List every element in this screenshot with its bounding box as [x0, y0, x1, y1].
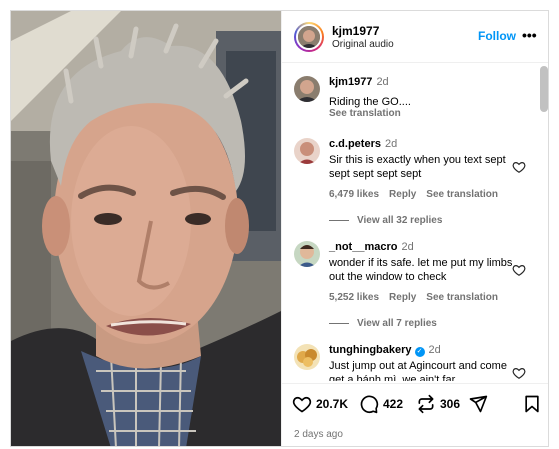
comment-likes[interactable]: 6,479 likes	[329, 189, 379, 200]
comments-list[interactable]: kjm1977 2d Riding the GO.... See translat…	[282, 64, 548, 381]
post-date[interactable]: 2 days ago	[294, 429, 343, 440]
video-player[interactable]	[11, 11, 281, 446]
author-avatar-image	[298, 26, 320, 48]
comment-reply[interactable]: Reply	[389, 292, 416, 303]
comment-avatar-image	[294, 241, 320, 267]
caption-username-text[interactable]: kjm1977	[329, 76, 372, 88]
comment-like-heart-icon[interactable]	[512, 160, 526, 174]
video-frame-image	[11, 11, 281, 446]
post-modal: kjm1977 Original audio Follow ••• kjm197…	[10, 10, 549, 447]
comment-meta: 6,479 likes Reply See translation	[329, 189, 508, 200]
comment-username[interactable]: _not__macro	[329, 241, 397, 253]
caption-time: 2d	[376, 76, 389, 88]
comment-time: 2d	[428, 344, 441, 356]
view-replies-label[interactable]: View all 32 replies	[357, 215, 442, 226]
repost-count[interactable]: 306	[440, 397, 460, 411]
comments-scrollbar[interactable]	[540, 66, 548, 112]
author-avatar[interactable]	[294, 22, 324, 52]
comment-avatar-image	[294, 138, 320, 164]
comment-see-translation[interactable]: See translation	[426, 292, 498, 303]
post-actions-bar: 20.7K 422 306 2 days ago	[282, 383, 548, 446]
comment-username-row: c.d.peters 2d	[329, 138, 397, 150]
replies-divider	[329, 219, 349, 221]
repost-action[interactable]: 306	[416, 394, 460, 414]
comment-text: Sir this is exactly when you text sept s…	[329, 154, 506, 180]
comment-icon[interactable]	[359, 394, 379, 414]
comment-time: 2d	[384, 138, 398, 150]
view-replies[interactable]: View all 7 replies	[329, 318, 437, 329]
comment-avatar[interactable]	[294, 241, 320, 267]
comment-avatar[interactable]	[294, 344, 320, 370]
caption-see-translation[interactable]: See translation	[329, 108, 401, 119]
comment-text: wonder if its safe. let me put my limbs …	[329, 257, 513, 283]
comment-like-heart-icon[interactable]	[512, 366, 526, 380]
repost-icon[interactable]	[416, 394, 436, 414]
share-icon[interactable]	[468, 394, 488, 414]
like-count[interactable]: 20.7K	[316, 397, 348, 411]
comment-count[interactable]: 422	[383, 397, 403, 411]
comment-text: Just jump out at Agincourt and come get …	[329, 360, 507, 381]
post-header: kjm1977 Original audio Follow •••	[282, 11, 548, 63]
comment-likes[interactable]: 5,252 likes	[329, 292, 379, 303]
comment-like-heart-icon[interactable]	[512, 263, 526, 277]
comment-username-row: _not__macro 2d	[329, 241, 414, 253]
follow-button[interactable]: Follow	[478, 29, 516, 43]
comment-avatar-image	[294, 344, 320, 370]
comment-time: 2d	[401, 241, 414, 253]
post-sidebar: kjm1977 Original audio Follow ••• kjm197…	[281, 11, 548, 446]
replies-divider	[329, 322, 349, 324]
comment-action[interactable]: 422	[359, 394, 403, 414]
audio-label[interactable]: Original audio	[332, 39, 394, 50]
caption-text: Riding the GO....	[329, 96, 411, 108]
comment-avatar[interactable]	[294, 138, 320, 164]
comment-see-translation[interactable]: See translation	[426, 189, 498, 200]
caption-username[interactable]: kjm1977 2d	[329, 76, 389, 88]
caption-avatar[interactable]	[294, 76, 320, 102]
view-replies[interactable]: View all 32 replies	[329, 215, 442, 226]
comment-meta: 5,252 likes Reply See translation	[329, 292, 508, 303]
bookmark-icon[interactable]	[522, 394, 542, 414]
view-replies-label[interactable]: View all 7 replies	[357, 318, 437, 329]
comment-reply[interactable]: Reply	[389, 189, 416, 200]
share-action[interactable]	[468, 394, 492, 414]
author-username[interactable]: kjm1977	[332, 24, 379, 38]
verified-icon: ✓	[414, 347, 425, 357]
more-icon[interactable]: •••	[522, 27, 537, 43]
comment-username[interactable]: tunghingbakery	[329, 344, 412, 356]
like-action[interactable]: 20.7K	[292, 394, 348, 414]
caption-avatar-image	[294, 76, 320, 102]
comment-username-row: tunghingbakery ✓ 2d	[329, 344, 441, 357]
comment-username[interactable]: c.d.peters	[329, 138, 381, 150]
save-action[interactable]	[522, 394, 546, 414]
heart-icon[interactable]	[292, 394, 312, 414]
